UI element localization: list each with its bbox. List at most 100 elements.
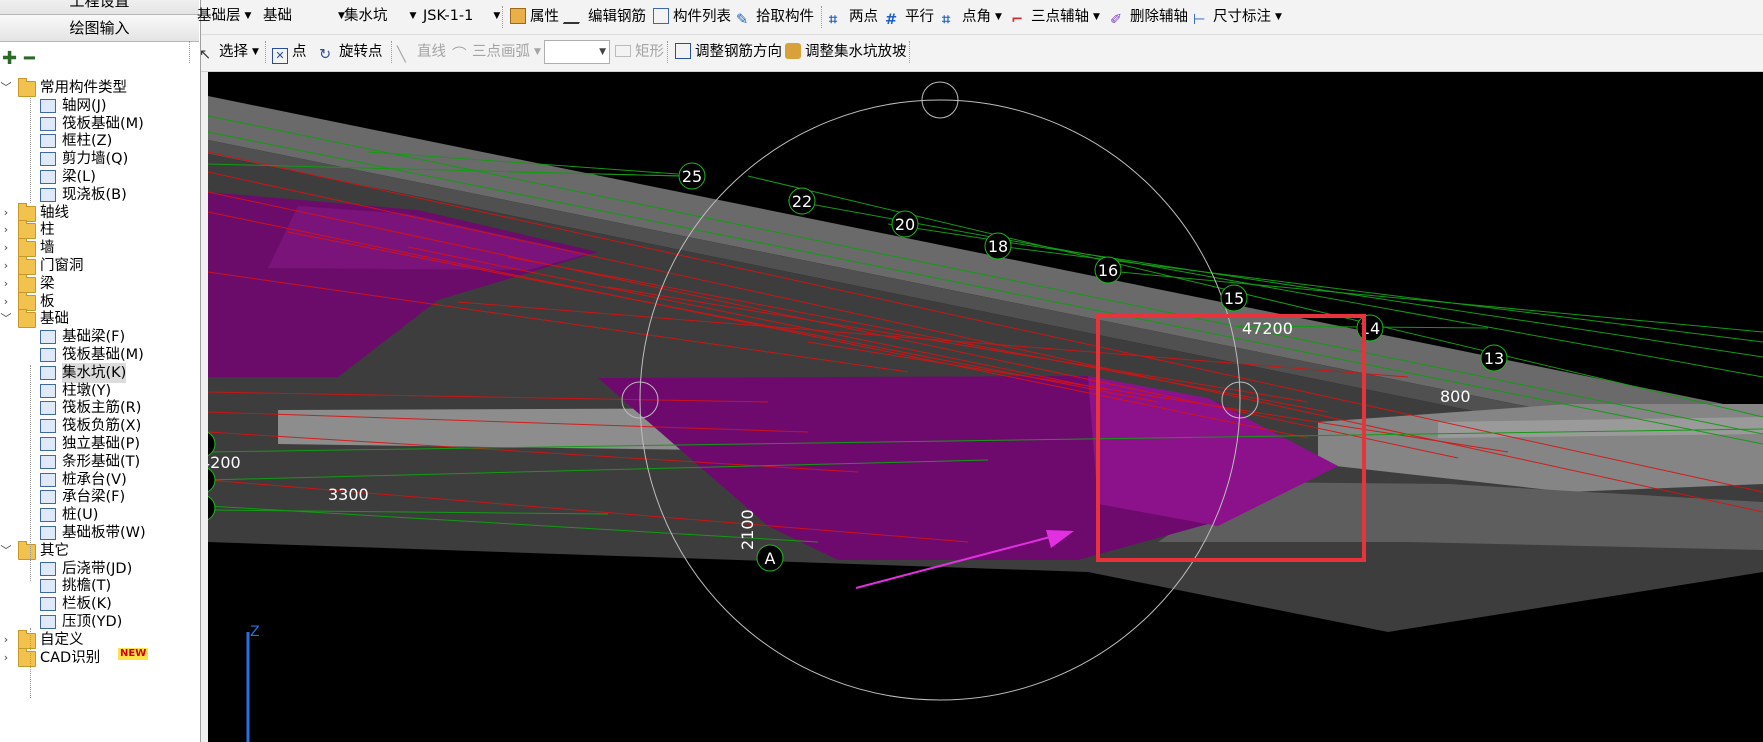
dimension-label: 3300 [328, 485, 369, 504]
component-icon [40, 348, 56, 362]
dimension-label: 800 [1440, 387, 1471, 406]
tree-connector [30, 98, 31, 203]
edit-rebar-button[interactable]: 编辑钢筋 [562, 6, 646, 28]
left-panel: 工程设置 绘图输入 ✚ ━ ﹀ 常用构件类型 轴网(J) 筏板基础(M) 框柱(Z) 剪力… [0, 0, 201, 742]
pick-icon: ✎ [736, 12, 749, 28]
dimension-label: 47200 [1242, 319, 1293, 338]
line-button[interactable]: ╲ 直线 [397, 41, 446, 63]
new-badge: NEW [118, 647, 149, 660]
folder-icon [18, 238, 36, 258]
rotate-icon: ↻ [319, 47, 332, 63]
rectangle-button[interactable]: 矩形 [615, 41, 664, 63]
axis-bubble: 22 [788, 187, 816, 215]
floor-select[interactable]: 基础层 ▼ [197, 4, 251, 28]
delete-axis-button[interactable]: ✐ 删除辅轴 [1110, 6, 1188, 28]
three-point-axis-icon: ⌐ [1011, 12, 1024, 28]
type-select[interactable]: 集水坑 ▼ [344, 4, 416, 28]
separator [909, 41, 911, 63]
two-points-button[interactable]: ⌗ 两点 [829, 6, 878, 28]
dimension-button[interactable]: ⊢ 尺寸标注 ▼ [1193, 6, 1282, 28]
pick-component-button[interactable]: ✎ 拾取构件 [736, 6, 814, 28]
adjust-pit-icon [785, 43, 801, 59]
component-icon [40, 98, 56, 113]
point-button[interactable]: ✕ 点 [272, 41, 307, 64]
dimension-label: 2100 [738, 509, 757, 550]
parallel-icon: # [885, 12, 898, 28]
list-icon [653, 8, 669, 24]
svg-text:18: 18 [988, 237, 1008, 256]
svg-text:15: 15 [1224, 289, 1244, 308]
dimension-label: 4200 [208, 453, 241, 472]
expand-all-icon[interactable]: ✚ [2, 48, 17, 69]
component-icon [40, 579, 56, 594]
project-settings-button[interactable]: 工程设置 [0, 0, 199, 15]
axis-bubble: 18 [984, 232, 1012, 260]
arc-icon: ⌒ [452, 47, 467, 63]
adjust-rebar-icon [675, 43, 691, 59]
arc-mode-select[interactable]: ▼ [544, 40, 610, 64]
folder-icon [18, 291, 36, 311]
three-point-axis-button[interactable]: ⌐ 三点辅轴 ▼ [1011, 6, 1100, 28]
folder-icon [18, 540, 36, 560]
rotate-point-button[interactable]: ↻ 旋转点 [319, 41, 383, 63]
point-angle-button[interactable]: ⌗ 点角 ▼ [942, 6, 1002, 28]
select-button[interactable]: ↖ 选择 ▼ [199, 41, 259, 63]
category-select[interactable]: 基础 ▼ [263, 4, 345, 28]
component-icon [40, 597, 56, 612]
component-icon [40, 526, 56, 540]
component-icon [40, 437, 56, 451]
point-angle-icon: ⌗ [942, 12, 951, 28]
separator [821, 6, 823, 28]
svg-text:13: 13 [1484, 349, 1504, 368]
svg-text:25: 25 [682, 167, 702, 186]
separator [391, 41, 393, 63]
toolbar-draw: ↖ 选择 ▼ ✕ 点 ↻ 旋转点 ╲ 直线 ⌒ 三点画弧 ▼ ▼ 矩形 调整钢筋方向 调整集水… [189, 35, 1763, 72]
axis-bubble: 15 [1220, 284, 1248, 312]
component-icon [40, 419, 56, 434]
axis-bubble: A [756, 544, 784, 572]
component-icon [40, 454, 56, 469]
expand-icon[interactable]: › [0, 648, 12, 668]
adjust-rebar-direction-button[interactable]: 调整钢筋方向 [675, 41, 782, 63]
axis-bubble: 25 [678, 162, 706, 190]
axis-bubble: 20 [891, 210, 919, 238]
component-icon [40, 116, 56, 131]
eraser-icon: ✐ [1110, 12, 1123, 28]
component-list-button[interactable]: 构件列表 [653, 6, 731, 28]
svg-text:16: 16 [1098, 261, 1118, 280]
separator [667, 41, 669, 63]
component-icon [40, 152, 56, 167]
adjust-pit-slope-button[interactable]: 调整集水坑放坡 [785, 41, 907, 63]
component-icon [40, 170, 56, 184]
folder-icon [18, 78, 36, 97]
model-scene: 25 22 20 18 16 15 14 13 4 2 1 A 47200 80… [208, 81, 1763, 742]
axis-indicator: Z [246, 624, 260, 742]
component-icon [40, 490, 56, 505]
edit-rebar-icon [562, 6, 590, 24]
3d-viewport[interactable]: 25 22 20 18 16 15 14 13 4 2 1 A 47200 80… [208, 72, 1763, 742]
svg-text:Z: Z [250, 624, 260, 640]
component-icon [40, 508, 56, 523]
component-select[interactable]: JSK-1-1 ▼ [423, 4, 500, 28]
collapse-all-icon[interactable]: ━ [24, 48, 35, 69]
separator [189, 41, 191, 63]
three-point-arc-button[interactable]: ⌒ 三点画弧 ▼ [452, 41, 541, 63]
component-icon [40, 365, 56, 380]
rectangle-icon [615, 45, 631, 57]
folder-icon [18, 309, 36, 329]
line-icon: ╲ [397, 47, 406, 63]
component-icon [40, 330, 56, 345]
tree-label: CAD识别 [40, 649, 101, 666]
tree-toolbar: ✚ ━ [0, 48, 199, 72]
two-points-icon: ⌗ [829, 12, 838, 28]
folder-icon [18, 647, 36, 667]
axis-bubble: 16 [1094, 256, 1122, 284]
component-icon [40, 615, 56, 629]
separator [265, 41, 267, 63]
properties-button[interactable]: 属性 [510, 6, 559, 28]
axis-bubble: 14 [1356, 314, 1384, 342]
parallel-button[interactable]: # 平行 [885, 6, 934, 28]
svg-text:20: 20 [895, 215, 915, 234]
cursor-icon: ↖ [199, 47, 212, 63]
drawing-input-button[interactable]: 绘图输入 [0, 15, 199, 42]
